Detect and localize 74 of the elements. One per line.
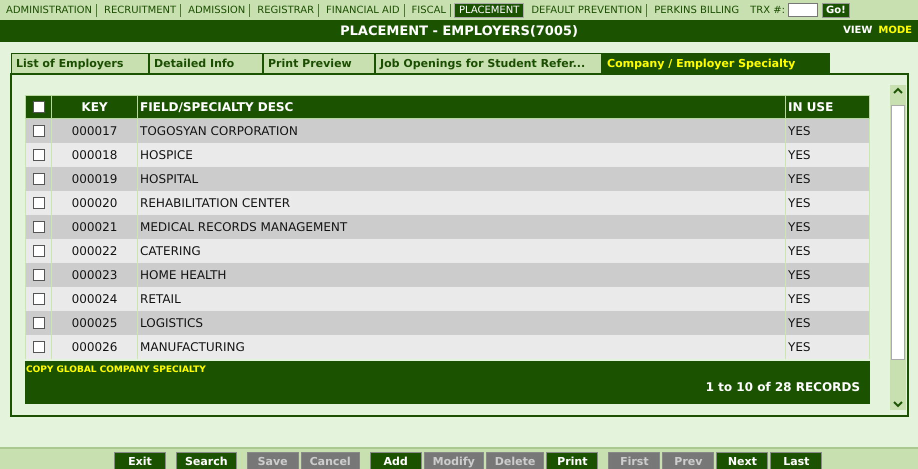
row-checkbox[interactable] (32, 293, 44, 305)
menu-item[interactable]: ADMINISTRATION (2, 4, 98, 16)
tab[interactable]: Job Openings for Student Refer... (375, 53, 602, 73)
menu-item[interactable]: RECRUITMENT (100, 4, 182, 16)
copy-specialty-link[interactable]: COPY GLOBAL COMPANY SPECIALTY (26, 365, 206, 375)
table-cell: 000024 (52, 287, 138, 311)
table-cell: YES (786, 215, 870, 239)
toolbar-button[interactable]: Print (546, 452, 598, 469)
table-cell: HOME HEALTH (138, 263, 786, 287)
table-cell: 000023 (52, 263, 138, 287)
trx-input-field[interactable] (788, 3, 818, 17)
toolbar-button[interactable]: Last (770, 452, 822, 469)
row-checkbox[interactable] (32, 317, 44, 329)
table-cell: LOGISTICS (138, 311, 786, 335)
trx-label: TRX #: (750, 4, 785, 16)
table-cell: 000020 (52, 191, 138, 215)
row-checkbox[interactable] (32, 173, 44, 185)
table-cell: CATERING (138, 239, 786, 263)
table-cell: YES (786, 311, 870, 335)
table-cell: 000022 (52, 239, 138, 263)
row-checkbox[interactable] (32, 197, 44, 209)
row-checkbox[interactable] (32, 269, 44, 281)
mode-link[interactable]: MODE (878, 25, 912, 36)
table-cell: YES (786, 287, 870, 311)
menu-item[interactable]: ADMISSION (184, 4, 250, 16)
menu-item[interactable]: PLACEMENT (454, 2, 524, 18)
menu-item[interactable]: PERKINS BILLING (650, 4, 744, 16)
table-cell: HOSPITAL (138, 167, 786, 191)
scroll-thumb[interactable] (891, 105, 905, 360)
table-cell: MEDICAL RECORDS MANAGEMENT (138, 215, 786, 239)
row-checkbox[interactable] (32, 149, 44, 161)
tab[interactable]: List of Employers (11, 53, 149, 73)
go-button[interactable]: Go! (822, 2, 850, 18)
toolbar-button[interactable]: Next (716, 452, 768, 469)
toolbar-button[interactable]: Add (370, 452, 422, 469)
table-cell: YES (786, 191, 870, 215)
tab[interactable]: Print Preview (263, 53, 375, 73)
column-header: KEY (52, 96, 138, 118)
table-cell: 000026 (52, 335, 138, 359)
table-cell: 000019 (52, 167, 138, 191)
table-cell: YES (786, 143, 870, 167)
table-cell: YES (786, 263, 870, 287)
table-cell: YES (786, 239, 870, 263)
menu-item[interactable]: FISCAL (408, 4, 451, 16)
view-link[interactable]: VIEW (843, 25, 872, 36)
table-cell: TOGOSYAN CORPORATION (138, 118, 786, 143)
row-checkbox[interactable] (32, 245, 44, 257)
tab[interactable]: Detailed Info (149, 53, 263, 73)
table-cell: RETAIL (138, 287, 786, 311)
page-title: PLACEMENT - EMPLOYERS(7005) (340, 24, 578, 38)
menu-item[interactable]: DEFAULT PREVENTION (527, 4, 648, 16)
table-cell: MANUFACTURING (138, 335, 786, 359)
toolbar-button[interactable]: Exit (114, 452, 166, 469)
column-header: FIELD/SPECIALTY DESC (138, 96, 786, 118)
scrollbar[interactable] (890, 85, 906, 410)
row-checkbox[interactable] (32, 125, 44, 137)
row-checkbox[interactable] (32, 341, 44, 353)
table-cell: 000017 (52, 118, 138, 143)
menu-item[interactable]: FINANCIAL AID (322, 4, 405, 16)
row-checkbox[interactable] (32, 221, 44, 233)
table-cell: HOSPICE (138, 143, 786, 167)
toolbar-button[interactable]: Search (176, 452, 237, 469)
menu-item[interactable]: REGISTRAR (253, 4, 320, 16)
table-cell: YES (786, 167, 870, 191)
table-cell: REHABILITATION CENTER (138, 191, 786, 215)
record-count: 1 to 10 of 28 RECORDS (706, 380, 860, 394)
select-all-checkbox[interactable] (32, 101, 44, 113)
table-cell: 000018 (52, 143, 138, 167)
table-cell: YES (786, 335, 870, 359)
table-cell: 000025 (52, 311, 138, 335)
column-header: IN USE (786, 96, 870, 118)
tab[interactable]: Company / Employer Specialty (602, 53, 830, 73)
table-cell: YES (786, 118, 870, 143)
table-cell: 000021 (52, 215, 138, 239)
